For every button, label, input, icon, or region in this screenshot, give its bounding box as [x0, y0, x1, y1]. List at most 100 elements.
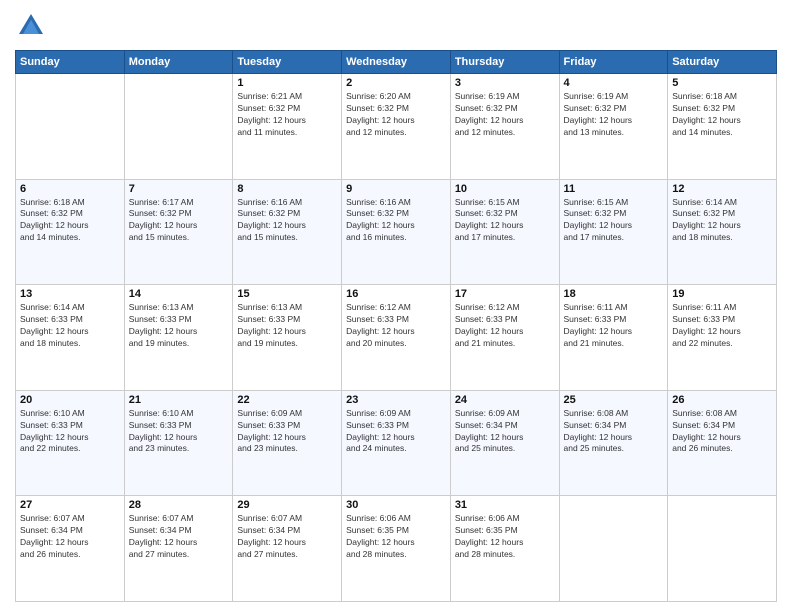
day-info: Sunrise: 6:08 AM Sunset: 6:34 PM Dayligh… — [564, 408, 664, 456]
day-info: Sunrise: 6:16 AM Sunset: 6:32 PM Dayligh… — [237, 197, 337, 245]
day-number: 24 — [455, 394, 555, 406]
day-number: 7 — [129, 183, 229, 195]
day-number: 14 — [129, 288, 229, 300]
weekday-header-row: SundayMondayTuesdayWednesdayThursdayFrid… — [16, 51, 777, 74]
day-info: Sunrise: 6:15 AM Sunset: 6:32 PM Dayligh… — [564, 197, 664, 245]
day-number: 30 — [346, 499, 446, 511]
day-number: 22 — [237, 394, 337, 406]
day-info: Sunrise: 6:17 AM Sunset: 6:32 PM Dayligh… — [129, 197, 229, 245]
day-number: 3 — [455, 77, 555, 89]
calendar-table: SundayMondayTuesdayWednesdayThursdayFrid… — [15, 50, 777, 602]
day-number: 4 — [564, 77, 664, 89]
day-number: 29 — [237, 499, 337, 511]
day-info: Sunrise: 6:07 AM Sunset: 6:34 PM Dayligh… — [237, 513, 337, 561]
day-number: 28 — [129, 499, 229, 511]
calendar-cell — [559, 496, 668, 602]
calendar-cell: 25 Sunrise: 6:08 AM Sunset: 6:34 PM Dayli… — [559, 390, 668, 496]
weekday-header-saturday: Saturday — [668, 51, 777, 74]
day-info: Sunrise: 6:12 AM Sunset: 6:33 PM Dayligh… — [455, 302, 555, 350]
day-number: 26 — [672, 394, 772, 406]
day-number: 2 — [346, 77, 446, 89]
day-info: Sunrise: 6:19 AM Sunset: 6:32 PM Dayligh… — [455, 91, 555, 139]
day-info: Sunrise: 6:21 AM Sunset: 6:32 PM Dayligh… — [237, 91, 337, 139]
calendar-cell: 20 Sunrise: 6:10 AM Sunset: 6:33 PM Dayli… — [16, 390, 125, 496]
day-number: 20 — [20, 394, 120, 406]
day-number: 9 — [346, 183, 446, 195]
calendar-week-1: 6Sunrise: 6:18 AM Sunset: 6:32 PM Daylig… — [16, 179, 777, 285]
day-number: 15 — [237, 288, 337, 300]
header — [15, 10, 777, 42]
calendar-week-4: 27 Sunrise: 6:07 AM Sunset: 6:34 PM Dayli… — [16, 496, 777, 602]
day-info: Sunrise: 6:07 AM Sunset: 6:34 PM Dayligh… — [129, 513, 229, 561]
day-number: 18 — [564, 288, 664, 300]
calendar-cell: 24 Sunrise: 6:09 AM Sunset: 6:34 PM Dayli… — [450, 390, 559, 496]
day-number: 12 — [672, 183, 772, 195]
day-number: 31 — [455, 499, 555, 511]
day-info: Sunrise: 6:09 AM Sunset: 6:33 PM Dayligh… — [237, 408, 337, 456]
calendar-cell: 5 Sunrise: 6:18 AM Sunset: 6:32 PM Daylig… — [668, 74, 777, 180]
day-number: 5 — [672, 77, 772, 89]
calendar-cell: 27 Sunrise: 6:07 AM Sunset: 6:34 PM Dayli… — [16, 496, 125, 602]
calendar-cell: 26 Sunrise: 6:08 AM Sunset: 6:34 PM Dayli… — [668, 390, 777, 496]
day-info: Sunrise: 6:13 AM Sunset: 6:33 PM Dayligh… — [129, 302, 229, 350]
calendar-cell: 29 Sunrise: 6:07 AM Sunset: 6:34 PM Dayli… — [233, 496, 342, 602]
calendar-cell: 15 Sunrise: 6:13 AM Sunset: 6:33 PM Dayli… — [233, 285, 342, 391]
day-info: Sunrise: 6:10 AM Sunset: 6:33 PM Dayligh… — [20, 408, 120, 456]
day-info: Sunrise: 6:14 AM Sunset: 6:33 PM Dayligh… — [20, 302, 120, 350]
day-info: Sunrise: 6:07 AM Sunset: 6:34 PM Dayligh… — [20, 513, 120, 561]
day-number: 11 — [564, 183, 664, 195]
day-info: Sunrise: 6:20 AM Sunset: 6:32 PM Dayligh… — [346, 91, 446, 139]
day-info: Sunrise: 6:19 AM Sunset: 6:32 PM Dayligh… — [564, 91, 664, 139]
day-info: Sunrise: 6:08 AM Sunset: 6:34 PM Dayligh… — [672, 408, 772, 456]
day-info: Sunrise: 6:16 AM Sunset: 6:32 PM Dayligh… — [346, 197, 446, 245]
calendar-cell: 14 Sunrise: 6:13 AM Sunset: 6:33 PM Dayli… — [124, 285, 233, 391]
day-info: Sunrise: 6:18 AM Sunset: 6:32 PM Dayligh… — [672, 91, 772, 139]
day-number: 6 — [20, 183, 120, 195]
day-info: Sunrise: 6:13 AM Sunset: 6:33 PM Dayligh… — [237, 302, 337, 350]
day-info: Sunrise: 6:15 AM Sunset: 6:32 PM Dayligh… — [455, 197, 555, 245]
calendar-cell — [16, 74, 125, 180]
calendar-cell: 21Sunrise: 6:10 AM Sunset: 6:33 PM Dayli… — [124, 390, 233, 496]
calendar-cell: 23Sunrise: 6:09 AM Sunset: 6:33 PM Dayli… — [342, 390, 451, 496]
calendar-cell: 11 Sunrise: 6:15 AM Sunset: 6:32 PM Dayli… — [559, 179, 668, 285]
calendar-cell: 19Sunrise: 6:11 AM Sunset: 6:33 PM Dayli… — [668, 285, 777, 391]
day-info: Sunrise: 6:06 AM Sunset: 6:35 PM Dayligh… — [346, 513, 446, 561]
calendar-cell: 9 Sunrise: 6:16 AM Sunset: 6:32 PM Daylig… — [342, 179, 451, 285]
day-info: Sunrise: 6:09 AM Sunset: 6:33 PM Dayligh… — [346, 408, 446, 456]
day-number: 13 — [20, 288, 120, 300]
calendar-cell — [668, 496, 777, 602]
weekday-header-tuesday: Tuesday — [233, 51, 342, 74]
calendar-body: 1 Sunrise: 6:21 AM Sunset: 6:32 PM Daylig… — [16, 74, 777, 602]
calendar-cell — [124, 74, 233, 180]
weekday-header-monday: Monday — [124, 51, 233, 74]
page: SundayMondayTuesdayWednesdayThursdayFrid… — [0, 0, 792, 612]
calendar-cell: 28 Sunrise: 6:07 AM Sunset: 6:34 PM Dayli… — [124, 496, 233, 602]
calendar-week-0: 1 Sunrise: 6:21 AM Sunset: 6:32 PM Daylig… — [16, 74, 777, 180]
calendar-cell: 1 Sunrise: 6:21 AM Sunset: 6:32 PM Daylig… — [233, 74, 342, 180]
day-number: 17 — [455, 288, 555, 300]
calendar-header: SundayMondayTuesdayWednesdayThursdayFrid… — [16, 51, 777, 74]
weekday-header-wednesday: Wednesday — [342, 51, 451, 74]
calendar-cell: 8 Sunrise: 6:16 AM Sunset: 6:32 PM Daylig… — [233, 179, 342, 285]
day-number: 16 — [346, 288, 446, 300]
day-number: 1 — [237, 77, 337, 89]
day-number: 10 — [455, 183, 555, 195]
day-number: 25 — [564, 394, 664, 406]
day-info: Sunrise: 6:09 AM Sunset: 6:34 PM Dayligh… — [455, 408, 555, 456]
calendar-cell: 30 Sunrise: 6:06 AM Sunset: 6:35 PM Dayli… — [342, 496, 451, 602]
weekday-header-friday: Friday — [559, 51, 668, 74]
calendar-week-2: 13 Sunrise: 6:14 AM Sunset: 6:33 PM Dayli… — [16, 285, 777, 391]
weekday-header-thursday: Thursday — [450, 51, 559, 74]
calendar-cell: 17 Sunrise: 6:12 AM Sunset: 6:33 PM Dayli… — [450, 285, 559, 391]
calendar-cell: 22 Sunrise: 6:09 AM Sunset: 6:33 PM Dayli… — [233, 390, 342, 496]
calendar-cell: 4 Sunrise: 6:19 AM Sunset: 6:32 PM Daylig… — [559, 74, 668, 180]
calendar-cell: 7 Sunrise: 6:17 AM Sunset: 6:32 PM Daylig… — [124, 179, 233, 285]
day-info: Sunrise: 6:11 AM Sunset: 6:33 PM Dayligh… — [672, 302, 772, 350]
logo-icon — [15, 10, 47, 42]
calendar-cell: 31Sunrise: 6:06 AM Sunset: 6:35 PM Dayli… — [450, 496, 559, 602]
day-number: 8 — [237, 183, 337, 195]
calendar-week-3: 20 Sunrise: 6:10 AM Sunset: 6:33 PM Dayli… — [16, 390, 777, 496]
calendar-cell: 2 Sunrise: 6:20 AM Sunset: 6:32 PM Daylig… — [342, 74, 451, 180]
calendar-cell: 3 Sunrise: 6:19 AM Sunset: 6:32 PM Daylig… — [450, 74, 559, 180]
day-number: 27 — [20, 499, 120, 511]
